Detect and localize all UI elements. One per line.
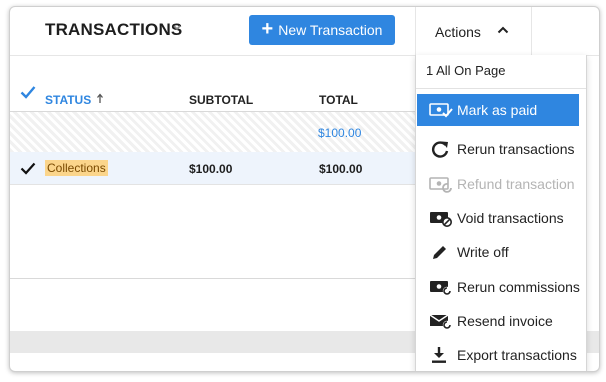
column-header-subtotal[interactable]: SUBTOTAL	[189, 93, 253, 107]
transactions-window: TRANSACTIONS + New Transaction Actions S…	[9, 6, 600, 372]
menu-item-write-off[interactable]: Write off	[417, 236, 579, 268]
menu-item-resend-invoice[interactable]: Resend invoice	[417, 305, 579, 337]
selection-count: 1 All On Page	[426, 63, 506, 78]
menu-item-label: Mark as paid	[457, 102, 538, 118]
chevron-up-icon	[497, 26, 509, 34]
menu-item-label: Rerun transactions	[457, 141, 575, 157]
menu-item-label: Rerun commissions	[457, 279, 580, 295]
rerun-icon	[431, 141, 449, 158]
status-badge: Collections	[45, 160, 108, 176]
menu-item-export-transactions[interactable]: Export transactions	[417, 339, 579, 371]
menu-item-label: Refund transaction	[457, 176, 575, 192]
page-title: TRANSACTIONS	[45, 20, 183, 39]
actions-button[interactable]: Actions	[415, 7, 532, 55]
refund-icon	[429, 177, 452, 193]
void-icon	[430, 212, 452, 227]
menu-item-label: Resend invoice	[457, 313, 553, 329]
rerun-commissions-icon	[430, 281, 452, 296]
mark-paid-icon	[429, 103, 453, 118]
summary-row: $100.00	[10, 111, 415, 153]
menu-item-rerun-transactions[interactable]: Rerun transactions	[417, 133, 579, 165]
summary-total: $100.00	[318, 126, 362, 140]
new-transaction-button[interactable]: + New Transaction	[249, 15, 395, 45]
menu-item-rerun-commissions[interactable]: Rerun commissions	[417, 271, 580, 303]
plus-icon: +	[261, 18, 274, 40]
actions-dropdown: 1 All On Page Mark as paid Rerun transac…	[415, 55, 587, 371]
table-row[interactable]: Collections $100.00 $100.00	[10, 152, 415, 185]
column-header-status[interactable]: STATUS	[45, 93, 91, 107]
pencil-icon	[433, 246, 446, 259]
menu-item-label: Export transactions	[457, 347, 577, 363]
dropdown-divider	[416, 88, 586, 89]
new-transaction-label: New Transaction	[278, 22, 383, 38]
select-all-checkbox[interactable]	[20, 85, 36, 99]
download-icon	[432, 347, 446, 363]
sort-ascending-icon[interactable]	[96, 93, 104, 104]
menu-item-label: Void transactions	[457, 210, 564, 226]
chevron-down-icon[interactable]	[172, 23, 182, 33]
row-total: $100.00	[319, 162, 363, 176]
column-header-total[interactable]: TOTAL	[319, 93, 358, 107]
menu-item-void-transactions[interactable]: Void transactions	[417, 202, 579, 234]
menu-item-label: Write off	[457, 244, 509, 260]
row-checkbox[interactable]	[20, 162, 36, 175]
menu-item-refund-transaction[interactable]: Refund transaction	[417, 168, 579, 200]
toolbar: TRANSACTIONS + New Transaction Actions	[10, 7, 599, 56]
row-subtotal: $100.00	[189, 162, 233, 176]
resend-invoice-icon	[429, 314, 452, 330]
actions-label: Actions	[435, 24, 481, 40]
table-divider	[10, 278, 415, 279]
menu-item-mark-as-paid[interactable]: Mark as paid	[417, 94, 579, 126]
